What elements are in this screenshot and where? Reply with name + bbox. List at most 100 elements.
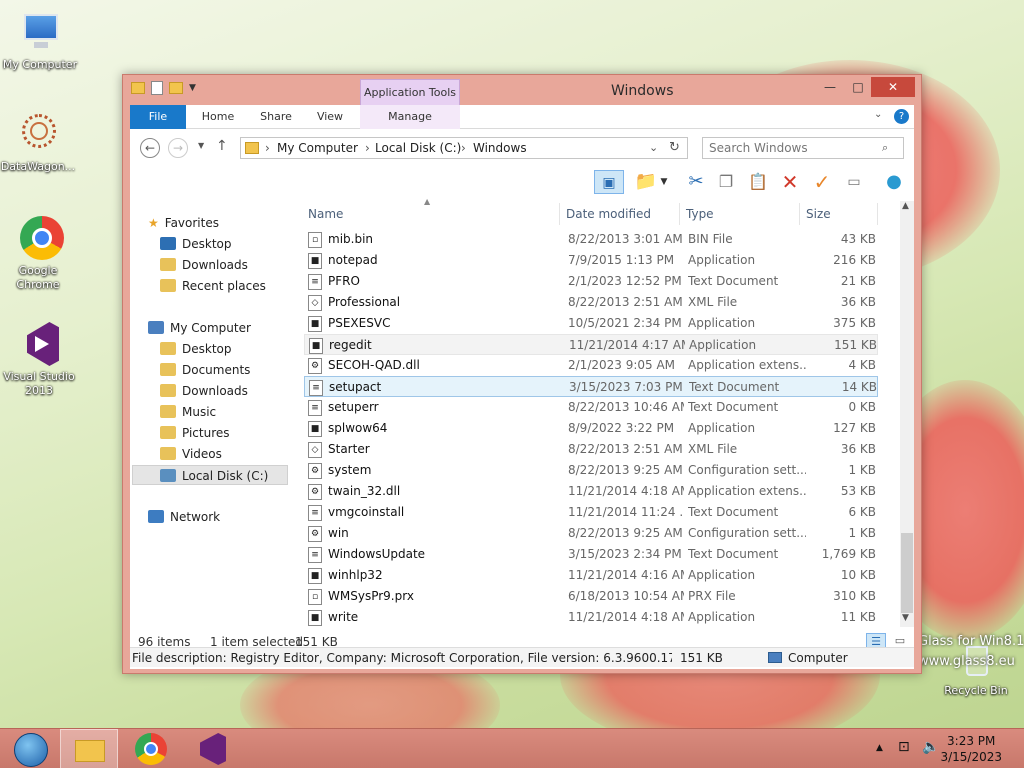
taskbar-file-explorer[interactable]: [60, 729, 118, 768]
new-folder-icon[interactable]: [169, 82, 183, 94]
table-row[interactable]: ◇ Starter 8/22/2013 2:51 AM XML File 36 KB: [304, 439, 878, 460]
copy-icon[interactable]: ❐: [714, 170, 738, 194]
table-row[interactable]: ■ write 11/21/2014 4:18 AM Application 11 KB: [304, 607, 878, 628]
address-bar-row: ← → ▼ ↑ › My Computer › Local Disk (C:) …: [130, 129, 914, 165]
table-row[interactable]: ≡ WindowsUpdate 3/15/2023 2:34 PM Text Docu…: [304, 544, 878, 565]
properties-icon[interactable]: ▭: [842, 170, 866, 194]
forward-button[interactable]: →: [168, 138, 188, 158]
nav-mc-music[interactable]: Music: [160, 402, 216, 422]
help-icon[interactable]: ?: [894, 109, 909, 124]
desktop-icon-visual-studio[interactable]: Visual Studio 2013: [0, 320, 79, 398]
nav-mc-local-disk[interactable]: Local Disk (C:): [132, 465, 288, 485]
refresh-icon[interactable]: ↻: [669, 140, 680, 155]
breadcrumb-separator: ›: [365, 141, 370, 155]
table-row[interactable]: ≡ PFRO 2/1/2023 12:52 PM Text Document 21 KB: [304, 271, 878, 292]
preview-pane-icon[interactable]: ▣: [594, 170, 624, 194]
nav-favorites[interactable]: ★ Favorites: [148, 213, 219, 233]
paste-icon[interactable]: 📋: [746, 170, 770, 194]
table-row[interactable]: ■ PSEXESVC 10/5/2021 2:34 PM Application 375…: [304, 313, 878, 334]
nav-fav-downloads[interactable]: Downloads: [160, 255, 248, 275]
scrollbar-thumb[interactable]: [901, 533, 913, 613]
table-row[interactable]: ⚙ system 8/22/2013 9:25 AM Configuration se…: [304, 460, 878, 481]
table-row[interactable]: ⚙ twain_32.dll 11/21/2014 4:18 AM Applicati…: [304, 481, 878, 502]
tab-file[interactable]: File: [130, 105, 186, 129]
tab-share[interactable]: Share: [250, 105, 302, 129]
pictures-folder-icon: [160, 426, 176, 439]
scroll-down-icon[interactable]: ▼: [902, 613, 909, 623]
file-size: 127 KB: [833, 421, 876, 435]
table-row[interactable]: ▫ mib.bin 8/22/2013 3:01 AM BIN File 43 KB: [304, 229, 878, 250]
start-button[interactable]: [4, 729, 62, 768]
volume-icon[interactable]: 🔈: [922, 739, 939, 755]
vertical-scrollbar[interactable]: ▲ ▼: [900, 201, 914, 627]
table-row[interactable]: ■ winhlp32 11/21/2014 4:16 AM Application 10…: [304, 565, 878, 586]
minimize-button[interactable]: —: [817, 77, 843, 97]
up-button[interactable]: ↑: [216, 138, 228, 154]
nav-mc-desktop[interactable]: Desktop: [160, 339, 232, 359]
desktop-icon-datawagon[interactable]: DataWagon...: [0, 110, 78, 174]
desktop-icon-chrome[interactable]: Google Chrome: [0, 214, 78, 292]
rename-checkmark-icon[interactable]: ✓: [810, 170, 834, 194]
nav-mc-videos[interactable]: Videos: [160, 444, 222, 464]
title-bar[interactable]: ▼ Application Tools Windows — □ ✕: [123, 75, 921, 105]
desktop-icon-my-computer[interactable]: My Computer: [0, 8, 80, 72]
taskbar-visual-studio[interactable]: [184, 729, 242, 768]
table-row[interactable]: ■ regedit 11/21/2014 4:17 AM Application 151…: [304, 334, 878, 355]
nav-mc-documents[interactable]: Documents: [160, 360, 250, 380]
table-row[interactable]: ■ splwow64 8/9/2022 3:22 PM Application 127 …: [304, 418, 878, 439]
breadcrumb-windows[interactable]: Windows: [473, 141, 527, 155]
file-type: Application extens...: [688, 358, 806, 372]
table-row[interactable]: ◇ Professional 8/22/2013 2:51 AM XML File 36…: [304, 292, 878, 313]
properties-icon[interactable]: [151, 81, 163, 95]
folder-icon[interactable]: [131, 82, 145, 94]
nav-fav-recent[interactable]: Recent places: [160, 276, 266, 296]
globe-icon[interactable]: ●: [882, 170, 906, 194]
ribbon-expand-icon[interactable]: ⌄: [874, 109, 882, 120]
nav-mc-downloads[interactable]: Downloads: [160, 381, 248, 401]
file-icon: ⚙: [308, 484, 322, 500]
show-hidden-icons[interactable]: ▲: [876, 743, 883, 753]
network-tray-icon[interactable]: ⊡: [898, 739, 910, 755]
table-row[interactable]: ■ notepad 7/9/2015 1:13 PM Application 216 K…: [304, 250, 878, 271]
application-tools-tab[interactable]: Application Tools: [360, 79, 460, 105]
tab-manage[interactable]: Manage: [360, 105, 460, 129]
chevron-down-icon[interactable]: ▼: [189, 83, 196, 93]
taskbar-chrome[interactable]: [122, 729, 180, 768]
breadcrumb-separator: ›: [461, 141, 466, 155]
chevron-down-icon[interactable]: ⌄: [649, 141, 658, 154]
tab-view[interactable]: View: [306, 105, 354, 129]
back-button[interactable]: ←: [140, 138, 160, 158]
chevron-down-icon[interactable]: ▼: [658, 170, 670, 194]
new-folder-icon[interactable]: 📁: [634, 170, 658, 194]
clock[interactable]: 3:23 PM 3/15/2023: [940, 733, 1002, 765]
nav-my-computer[interactable]: My Computer: [148, 318, 251, 338]
file-size: 310 KB: [833, 589, 876, 603]
nav-fav-desktop[interactable]: Desktop: [160, 234, 232, 254]
desktop-icon-label: My Computer: [2, 58, 78, 71]
search-input[interactable]: Search Windows: [702, 137, 904, 159]
column-header-name[interactable]: Name: [302, 203, 560, 225]
scroll-up-icon[interactable]: ▲: [902, 201, 909, 211]
column-header-type[interactable]: Type: [680, 203, 800, 225]
tab-home[interactable]: Home: [192, 105, 244, 129]
maximize-button[interactable]: □: [845, 77, 871, 97]
column-header-date[interactable]: Date modified: [560, 203, 680, 225]
breadcrumb-my-computer[interactable]: My Computer: [277, 141, 358, 155]
cut-icon[interactable]: ✂: [684, 170, 708, 194]
address-bar[interactable]: › My Computer › Local Disk (C:) › Window…: [240, 137, 688, 159]
table-row[interactable]: ⚙ SECOH-QAD.dll 2/1/2023 9:05 AM Applicatio…: [304, 355, 878, 376]
recent-locations-button[interactable]: ▼: [198, 141, 204, 150]
nav-mc-pictures[interactable]: Pictures: [160, 423, 230, 443]
column-header-size[interactable]: Size: [800, 203, 878, 225]
table-row[interactable]: ⚙ win 8/22/2013 9:25 AM Configuration sett.…: [304, 523, 878, 544]
table-row[interactable]: ≡ setupact 3/15/2023 7:03 PM Text Document 1…: [304, 376, 878, 397]
file-date: 11/21/2014 11:24 ...: [568, 505, 684, 519]
table-row[interactable]: ≡ vmgcoinstall 11/21/2014 11:24 ... Text Do…: [304, 502, 878, 523]
table-row[interactable]: ≡ setuperr 8/22/2013 10:46 AM Text Document…: [304, 397, 878, 418]
delete-icon[interactable]: ✕: [778, 170, 802, 194]
nav-network[interactable]: Network: [148, 507, 220, 527]
close-button[interactable]: ✕: [871, 77, 915, 97]
table-row[interactable]: ▫ WMSysPr9.prx 6/18/2013 10:54 AM PRX File 3…: [304, 586, 878, 607]
breadcrumb-local-disk[interactable]: Local Disk (C:): [375, 141, 461, 155]
file-type: Text Document: [688, 547, 779, 561]
